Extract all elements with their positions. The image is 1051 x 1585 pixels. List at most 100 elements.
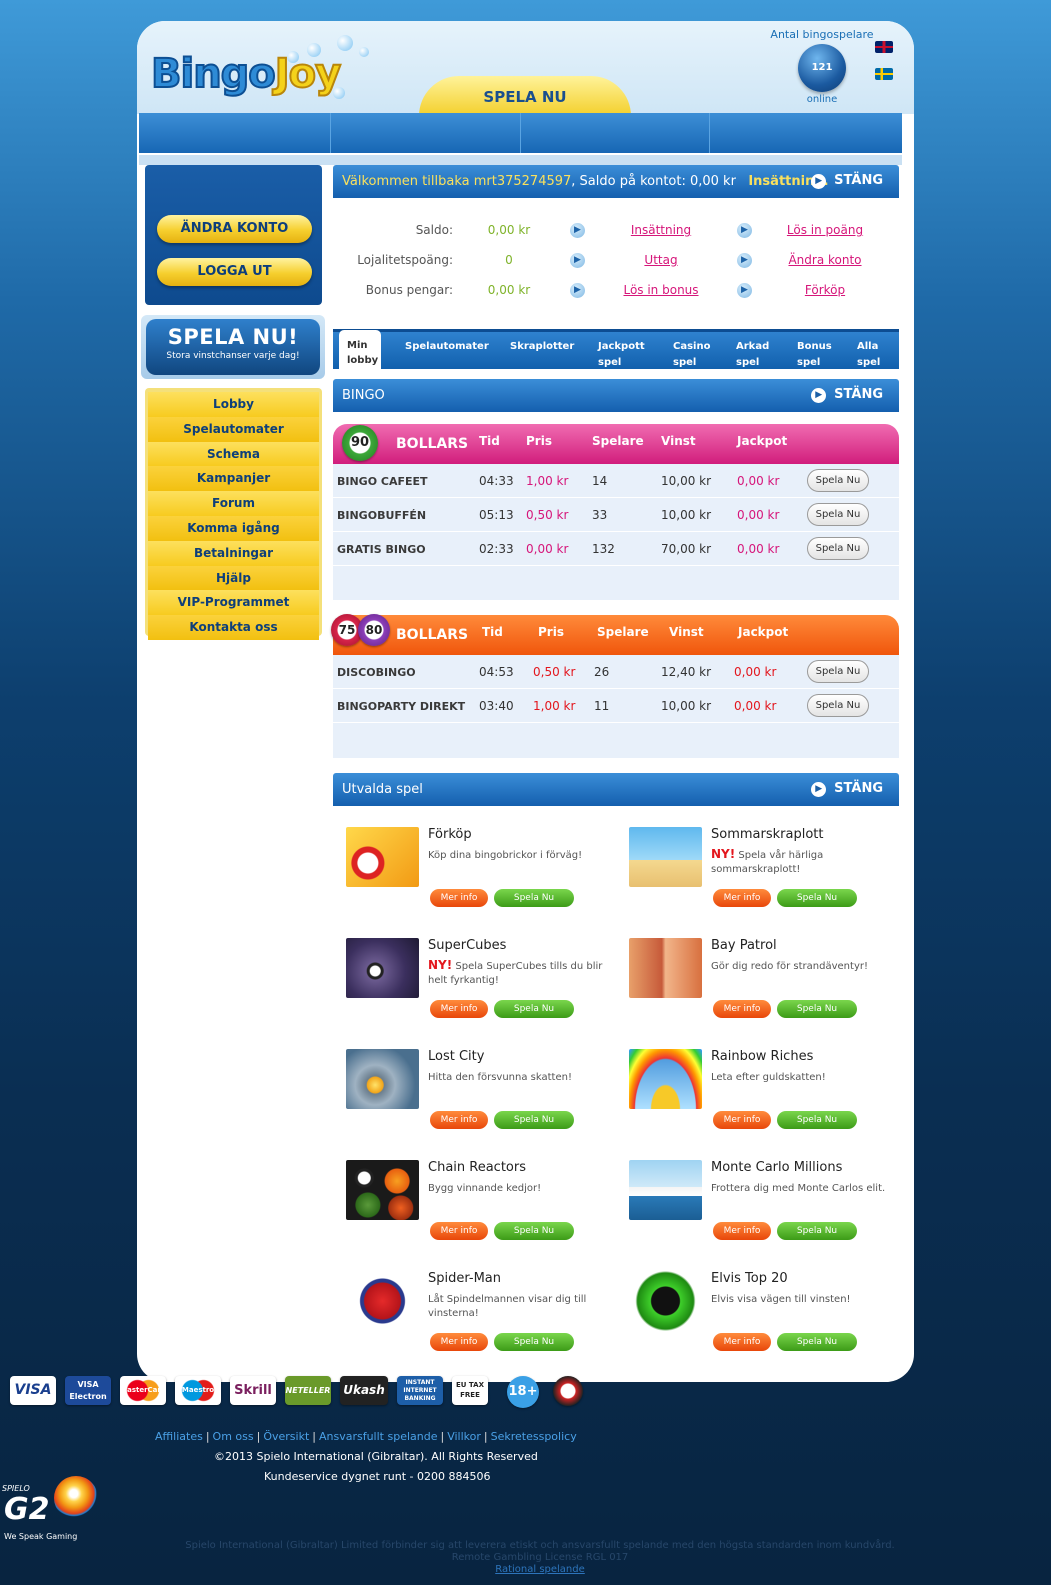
uk-flag-icon[interactable] <box>875 41 893 53</box>
bingo-ball-80-icon: 80 <box>358 614 390 646</box>
game-title[interactable]: Elvis Top 20 <box>711 1271 788 1286</box>
promo-banner[interactable]: SPELA NU! Stora vinstchanser varje dag! <box>146 319 320 375</box>
play-now-button[interactable]: Spela Nu <box>807 537 869 560</box>
column-win: Vinst <box>661 434 696 448</box>
game-desc-text: Gör dig redo för strandäventyr! <box>711 961 868 972</box>
change-account-button[interactable]: ÄNDRA KONTO <box>157 215 312 243</box>
sidebar-item-lobby[interactable]: Lobby <box>148 392 319 417</box>
sidebar-item-help[interactable]: Hjälp <box>148 565 319 591</box>
more-info-button[interactable]: Mer info <box>713 1000 771 1018</box>
tab-jackpot[interactable]: Jackpott spel <box>598 339 645 371</box>
lost-city-thumbnail[interactable] <box>346 1049 419 1109</box>
sidebar-item-slots[interactable]: Spelautomater <box>148 416 319 442</box>
more-info-button[interactable]: Mer info <box>430 1333 488 1351</box>
responsible-gaming-link[interactable]: Ansvarsfullt spelande <box>319 1430 438 1443</box>
game-desc-text: Frottera dig med Monte Carlos elit. <box>711 1183 886 1194</box>
withdraw-link[interactable]: Uttag <box>591 253 731 267</box>
sommarskraplott-thumbnail[interactable] <box>629 827 702 887</box>
bingojoy-logo[interactable]: BingoJoy <box>150 50 342 98</box>
play-game-button[interactable]: Spela Nu <box>494 1333 574 1351</box>
close-label: STÄNG <box>834 387 883 402</box>
tab-slots[interactable]: Spelautomater <box>405 339 489 355</box>
about-link[interactable]: Om oss <box>213 1430 254 1443</box>
play-now-button[interactable]: Spela Nu <box>807 660 869 683</box>
more-info-button[interactable]: Mer info <box>430 1000 488 1018</box>
game-title[interactable]: Rainbow Riches <box>711 1049 813 1064</box>
game-title[interactable]: Monte Carlo Millions <box>711 1160 842 1175</box>
monte-carlo-thumbnail[interactable] <box>629 1160 702 1220</box>
deposit-account-link[interactable]: Insättning <box>591 223 731 237</box>
play-game-button[interactable]: Spela Nu <box>494 1000 574 1018</box>
tab-label: Jackpott <box>598 341 645 352</box>
play-now-promo[interactable]: SPELA NU! Stora vinstchanser varje dag! <box>141 315 325 379</box>
link-separator: | <box>312 1430 316 1443</box>
more-info-button[interactable]: Mer info <box>430 1222 488 1240</box>
play-now-button[interactable]: Spela Nu <box>807 694 869 717</box>
sidebar-item-vip[interactable]: VIP-Programmet <box>148 590 319 616</box>
play-game-button[interactable]: Spela Nu <box>494 1111 574 1129</box>
tab-bonus[interactable]: Bonus spel <box>797 339 832 371</box>
game-title[interactable]: Spider-Man <box>428 1271 501 1286</box>
sidebar-item-payments[interactable]: Betalningar <box>148 540 319 566</box>
close-featured-button[interactable]: ▶ STÄNG <box>811 781 883 797</box>
tab-arcade[interactable]: Arkad spel <box>736 339 769 371</box>
bay-patrol-thumbnail[interactable] <box>629 938 702 998</box>
sidebar-item-getting-started[interactable]: Komma igång <box>148 515 319 541</box>
game-title[interactable]: SuperCubes <box>428 938 506 953</box>
rainbow-riches-thumbnail[interactable] <box>629 1049 702 1109</box>
sidebar-item-forum[interactable]: Forum <box>148 491 319 516</box>
play-now-tab[interactable]: SPELA NU <box>419 76 631 116</box>
game-title[interactable]: Bay Patrol <box>711 938 777 953</box>
play-game-button[interactable]: Spela Nu <box>777 1111 857 1129</box>
elvis-thumbnail[interactable] <box>629 1271 702 1331</box>
play-game-button[interactable]: Spela Nu <box>777 889 857 907</box>
forkop-thumbnail[interactable] <box>346 827 419 887</box>
more-info-button[interactable]: Mer info <box>713 1333 771 1351</box>
sidebar-item-contact[interactable]: Kontakta oss <box>148 615 319 640</box>
redeem-points-link[interactable]: Lös in poäng <box>755 223 895 237</box>
game-category-tabs: Min lobby Spelautomater Skraplotter Jack… <box>333 329 899 373</box>
privacy-link[interactable]: Sekretesspolicy <box>491 1430 577 1443</box>
play-game-button[interactable]: Spela Nu <box>777 1222 857 1240</box>
responsible-gaming-footer-link[interactable]: Rational spelande <box>100 1564 980 1576</box>
play-game-button[interactable]: Spela Nu <box>494 889 574 907</box>
terms-link[interactable]: Villkor <box>447 1430 481 1443</box>
more-info-button[interactable]: Mer info <box>713 889 771 907</box>
tab-label: spel <box>673 357 697 368</box>
overview-link[interactable]: Översikt <box>263 1430 309 1443</box>
affiliates-link[interactable]: Affiliates <box>155 1430 203 1443</box>
sidebar-item-campaigns[interactable]: Kampanjer <box>148 466 319 492</box>
close-welcome-button[interactable]: ▶ STÄNG <box>811 173 883 189</box>
link-separator: | <box>440 1430 445 1443</box>
tab-my-lobby[interactable]: Min lobby <box>339 330 381 373</box>
play-now-button[interactable]: Spela Nu <box>807 503 869 526</box>
change-account-link[interactable]: Ändra konto <box>755 253 895 267</box>
swedish-flag-icon[interactable] <box>875 68 893 80</box>
more-info-button[interactable]: Mer info <box>430 889 488 907</box>
chain-reactors-thumbnail[interactable] <box>346 1160 419 1220</box>
more-info-button[interactable]: Mer info <box>713 1111 771 1129</box>
supercubes-thumbnail[interactable] <box>346 938 419 998</box>
tab-all[interactable]: Alla spel <box>857 339 880 371</box>
more-info-button[interactable]: Mer info <box>713 1222 771 1240</box>
promo-subtitle: Stora vinstchanser varje dag! <box>166 351 300 361</box>
tab-scratch[interactable]: Skraplotter <box>510 339 574 355</box>
game-title[interactable]: Sommarskraplott <box>711 827 823 842</box>
game-title[interactable]: Förköp <box>428 827 472 842</box>
play-now-button[interactable]: Spela Nu <box>807 469 869 492</box>
close-bingo-button[interactable]: ▶ STÄNG <box>811 387 883 403</box>
sidebar-item-schedule[interactable]: Schema <box>148 441 319 467</box>
logout-button[interactable]: LOGGA UT <box>157 258 312 286</box>
tab-casino[interactable]: Casino spel <box>673 339 710 371</box>
play-game-button[interactable]: Spela Nu <box>777 1333 857 1351</box>
presale-link[interactable]: Förköp <box>755 283 895 297</box>
spielo-g2-logo[interactable]: SPIELO G2 We Speak Gaming <box>2 1476 102 1546</box>
play-game-button[interactable]: Spela Nu <box>494 1222 574 1240</box>
play-game-button[interactable]: Spela Nu <box>777 1000 857 1018</box>
game-title[interactable]: Lost City <box>428 1049 484 1064</box>
redeem-bonus-link[interactable]: Lös in bonus <box>591 283 731 297</box>
spider-man-thumbnail[interactable] <box>346 1271 419 1331</box>
navbar-strip <box>139 155 902 165</box>
more-info-button[interactable]: Mer info <box>430 1111 488 1129</box>
game-title[interactable]: Chain Reactors <box>428 1160 526 1175</box>
